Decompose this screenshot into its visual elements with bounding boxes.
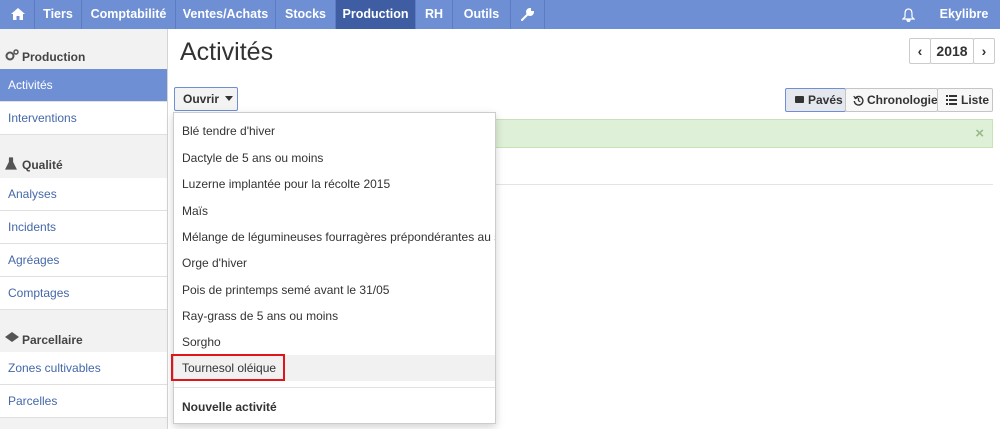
sidebar-item-incidents[interactable]: Incidents: [0, 211, 167, 244]
user-menu[interactable]: Ekylibre: [928, 0, 1000, 29]
top-navbar: Tiers Comptabilité Ventes/Achats Stocks …: [0, 0, 1000, 29]
success-alert: ×: [480, 119, 993, 148]
sidebar-item-activites[interactable]: Activités: [0, 69, 167, 102]
settings-button[interactable]: [511, 0, 545, 29]
nav-production[interactable]: Production: [336, 0, 416, 29]
gears-icon: [5, 49, 19, 61]
view-paves-button[interactable]: Pavés: [785, 88, 846, 112]
highlight-box: [171, 354, 285, 381]
sidebar-item-comptages[interactable]: Comptages: [0, 277, 167, 310]
view-chronologie-button[interactable]: Chronologie: [845, 88, 938, 112]
next-year-button[interactable]: ›: [973, 38, 995, 64]
nav-stocks[interactable]: Stocks: [276, 0, 336, 29]
sidebar-item-agreages[interactable]: Agréages: [0, 244, 167, 277]
sidebar-section-label: Production: [22, 50, 86, 64]
sidebar-item-interventions[interactable]: Interventions: [0, 102, 167, 135]
year-display: 2018: [930, 38, 974, 64]
home-icon: [11, 8, 25, 20]
dropdown-item[interactable]: Pois de printemps semé avant le 31/05: [174, 277, 495, 303]
dropdown-item[interactable]: Mélange de légumineuses fourragères prép…: [174, 224, 495, 250]
nav-rh[interactable]: RH: [416, 0, 453, 29]
notifications-button[interactable]: [890, 0, 928, 29]
chevron-right-icon: ›: [981, 43, 987, 59]
nav-outils[interactable]: Outils: [453, 0, 511, 29]
sidebar-section-qualite: Qualité: [0, 149, 167, 178]
sidebar: Production Activités Interventions Quali…: [0, 29, 168, 429]
sidebar-item-zones-cultivables[interactable]: Zones cultivables: [0, 352, 167, 385]
dropdown-item[interactable]: Ray-grass de 5 ans ou moins: [174, 303, 495, 329]
view-paves-label: Pavés: [808, 93, 843, 107]
dropdown-item[interactable]: Maïs: [174, 198, 495, 224]
chevron-left-icon: ‹: [917, 43, 923, 59]
history-icon: [853, 95, 864, 106]
new-activity-item[interactable]: Nouvelle activité: [174, 394, 495, 420]
nav-tiers[interactable]: Tiers: [35, 0, 82, 29]
sidebar-item-analyses[interactable]: Analyses: [0, 178, 167, 211]
tiles-icon: [795, 96, 804, 103]
dropdown-item[interactable]: Luzerne implantée pour la récolte 2015: [174, 171, 495, 197]
view-liste-label: Liste: [961, 93, 990, 107]
nav-comptabilite[interactable]: Comptabilité: [82, 0, 176, 29]
list-icon: [946, 95, 957, 105]
dropdown-divider: [174, 387, 495, 388]
wrench-icon: [521, 8, 534, 21]
divider: [496, 184, 993, 185]
sidebar-section-label: Parcellaire: [22, 333, 83, 347]
nav-ventes-achats[interactable]: Ventes/Achats: [176, 0, 276, 29]
caret-down-icon: [225, 96, 233, 101]
dropdown-item[interactable]: Dactyle de 5 ans ou moins: [174, 145, 495, 171]
page-title: Activités: [180, 38, 274, 66]
close-icon[interactable]: ×: [975, 125, 984, 142]
sidebar-section-parcellaire: Parcellaire: [0, 324, 167, 353]
dropdown-item[interactable]: Blé tendre d'hiver: [174, 118, 495, 144]
map-icon: [5, 332, 19, 342]
dropdown-item[interactable]: Orge d'hiver: [174, 250, 495, 276]
previous-year-button[interactable]: ‹: [909, 38, 931, 64]
open-dropdown-button[interactable]: Ouvrir: [174, 87, 238, 111]
sidebar-item-parcelles[interactable]: Parcelles: [0, 385, 167, 418]
view-liste-button[interactable]: Liste: [937, 88, 993, 112]
view-chronologie-label: Chronologie: [867, 93, 938, 107]
bell-icon: [902, 8, 915, 22]
sidebar-section-production: Production: [0, 41, 167, 70]
flask-icon: [5, 157, 17, 170]
open-button-label: Ouvrir: [183, 92, 220, 106]
sidebar-section-label: Qualité: [22, 158, 63, 172]
dropdown-item[interactable]: Sorgho: [174, 329, 495, 355]
home-button[interactable]: [0, 0, 35, 29]
